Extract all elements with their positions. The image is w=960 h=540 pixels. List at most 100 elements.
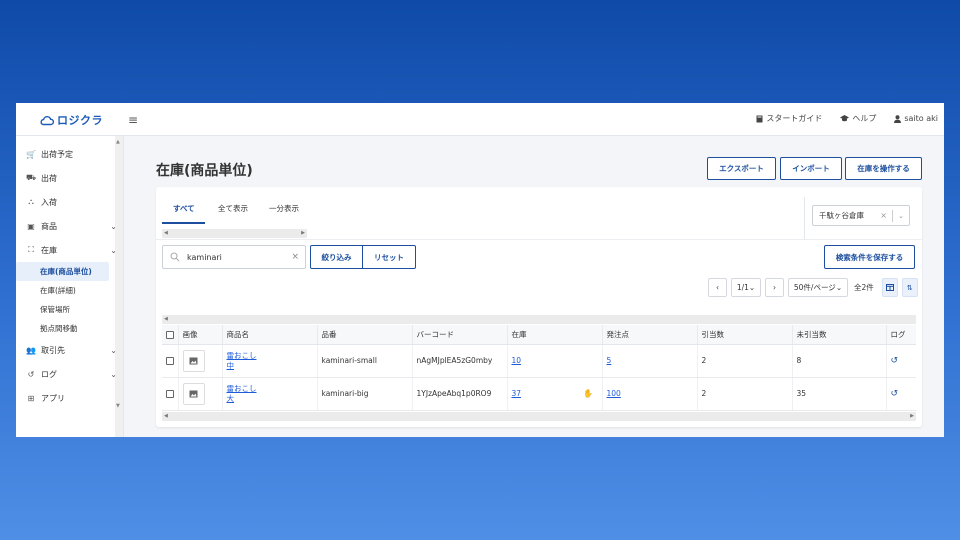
tab-bar: すべて 全て表示 一分表示: [162, 187, 307, 224]
stock-cell: 10: [507, 344, 603, 378]
scroll-right-icon[interactable]: ▶: [301, 230, 305, 236]
stock-link[interactable]: 37: [512, 389, 522, 398]
tab-all[interactable]: すべて: [173, 203, 195, 214]
hamburger-icon[interactable]: ≡: [128, 113, 138, 127]
sidebar-item-label: アプリ: [41, 393, 65, 403]
sidebar-subitem-storage[interactable]: 保管場所: [16, 300, 123, 319]
scroll-left-icon[interactable]: ◀: [164, 413, 168, 419]
product-variant-link[interactable]: 大: [227, 394, 317, 404]
scroll-up-icon[interactable]: ▲: [116, 139, 120, 145]
tab-active-indicator: [162, 222, 205, 224]
row-checkbox[interactable]: [166, 357, 174, 365]
column-header-barcode[interactable]: バーコード: [412, 325, 508, 345]
column-header-code[interactable]: 品番: [317, 325, 413, 345]
stock-table: 画像 商品名 品番 バーコード 在庫 発注点 引当数 未引当数 ログ 雷おこし …: [162, 325, 916, 411]
image-cell: [178, 377, 223, 411]
sidebar-item-label: 取引先: [41, 345, 65, 355]
log-cell: ↺: [886, 377, 916, 411]
sidebar-item-products[interactable]: ▣ 商品 ⌄: [16, 214, 123, 238]
warehouse-value: 千駄ヶ谷倉庫: [819, 211, 864, 220]
next-page-button[interactable]: ›: [765, 278, 784, 297]
boxes-icon: ⛶: [28, 245, 34, 254]
scroll-right-icon[interactable]: ▶: [910, 413, 914, 419]
product-thumbnail[interactable]: [182, 349, 205, 372]
row-select-cell[interactable]: [162, 344, 179, 378]
product-name-link[interactable]: 雷おこし: [227, 351, 317, 361]
reorder-link[interactable]: 100: [607, 389, 621, 398]
sidebar-item-label: 在庫: [41, 245, 57, 255]
stock-panel: すべて 全て表示 一分表示 ◀ ▶ 千駄ヶ谷倉庫 × ⌄ kaminari × …: [156, 187, 922, 427]
warehouse-select[interactable]: 千駄ヶ谷倉庫 × ⌄: [812, 205, 910, 226]
sidebar-item-apps[interactable]: ⊞ アプリ: [16, 386, 123, 410]
tabs-scrollbar[interactable]: ◀ ▶: [162, 229, 307, 238]
select-all-cell[interactable]: [162, 325, 179, 345]
tab-partial[interactable]: 一分表示: [269, 203, 299, 214]
start-guide-link[interactable]: スタートガイド: [756, 113, 822, 124]
history-icon[interactable]: ↺: [891, 389, 899, 399]
sidebar-subitem-stock-detail[interactable]: 在庫(詳細): [16, 281, 123, 300]
search-value: kaminari: [187, 252, 222, 262]
row-checkbox[interactable]: [166, 390, 174, 398]
sidebar-item-partners[interactable]: 👥 取引先 ⌄: [16, 338, 123, 362]
column-header-unallocated[interactable]: 未引当数: [792, 325, 887, 345]
product-name-link[interactable]: 雷おこし: [227, 384, 317, 394]
scroll-left-icon[interactable]: ◀: [164, 230, 168, 236]
column-settings-button[interactable]: [881, 278, 898, 297]
cart-icon: 🛒: [26, 149, 36, 159]
logo[interactable]: ロジクラ: [40, 112, 104, 128]
cloud-logo-icon: [40, 115, 54, 125]
reset-button[interactable]: リセット: [363, 245, 416, 269]
stock-link[interactable]: 10: [512, 356, 522, 365]
logo-text: ロジクラ: [57, 114, 103, 127]
product-variant-link[interactable]: 中: [227, 361, 317, 371]
user-name: saito aki: [904, 114, 938, 123]
page-select[interactable]: 1/1 ⌄: [731, 278, 761, 297]
table-top-scrollbar[interactable]: ◀: [162, 315, 916, 324]
sidebar-subitem-transfer[interactable]: 拠点間移動: [16, 319, 123, 338]
dolly-icon: ⛬: [28, 197, 34, 206]
search-input[interactable]: kaminari ×: [162, 245, 306, 269]
sidebar-item-shipping-plan[interactable]: 🛒 出荷予定: [16, 142, 123, 166]
operate-stock-button[interactable]: 在庫を操作する: [845, 157, 922, 180]
reorder-cell: 100: [602, 377, 698, 411]
export-button[interactable]: エクスポート: [707, 157, 776, 180]
reorder-link[interactable]: 5: [607, 356, 612, 365]
help-link[interactable]: ヘルプ: [840, 113, 876, 124]
name-cell: 雷おこし 大: [222, 377, 318, 411]
column-header-stock[interactable]: 在庫: [507, 325, 603, 345]
top-nav: スタートガイド ヘルプ saito aki: [756, 113, 938, 124]
user-menu[interactable]: saito aki: [894, 113, 938, 124]
sidebar-item-label: 商品: [41, 221, 57, 231]
table-bottom-scrollbar[interactable]: ◀ ▶: [162, 412, 916, 421]
column-header-name[interactable]: 商品名: [222, 325, 318, 345]
sidebar-item-shipping[interactable]: ⛟ 出荷: [16, 166, 123, 190]
per-page-value: 50件/ページ: [793, 283, 836, 292]
clear-icon[interactable]: ×: [291, 252, 299, 262]
column-header-allocated[interactable]: 引当数: [697, 325, 793, 345]
save-search-button[interactable]: 検索条件を保存する: [824, 245, 915, 269]
image-icon: [189, 390, 198, 397]
history-icon[interactable]: ↺: [891, 356, 899, 366]
chevron-down-icon[interactable]: ⌄: [898, 212, 904, 220]
clear-icon[interactable]: ×: [880, 211, 887, 220]
box-icon: ▣: [27, 221, 35, 231]
sidebar-scrollbar[interactable]: ▲ ▼: [115, 136, 123, 437]
row-select-cell[interactable]: [162, 377, 179, 411]
sidebar-subitem-stock-by-product[interactable]: 在庫(商品単位): [16, 262, 109, 281]
prev-page-button[interactable]: ‹: [708, 278, 727, 297]
per-page-select[interactable]: 50件/ページ ⌄: [788, 278, 848, 297]
sidebar-item-log[interactable]: ↺ ログ ⌄: [16, 362, 123, 386]
total-count: 全2件: [854, 283, 874, 292]
import-button[interactable]: インポート: [780, 157, 842, 180]
filter-button[interactable]: 絞り込み: [310, 245, 363, 269]
select-all-checkbox[interactable]: [166, 330, 174, 339]
sidebar-item-receiving[interactable]: ⛬ 入荷: [16, 190, 123, 214]
sidebar-item-stock[interactable]: ⛶ 在庫 ⌄: [16, 238, 123, 262]
tab-show-all[interactable]: 全て表示: [218, 203, 248, 214]
sort-button[interactable]: ⇅: [901, 278, 918, 297]
product-thumbnail[interactable]: [182, 382, 205, 405]
column-header-reorder[interactable]: 発注点: [602, 325, 698, 345]
scroll-down-icon[interactable]: ▼: [116, 403, 120, 409]
start-guide-label: スタートガイド: [766, 114, 823, 123]
scroll-left-icon[interactable]: ◀: [164, 316, 168, 322]
